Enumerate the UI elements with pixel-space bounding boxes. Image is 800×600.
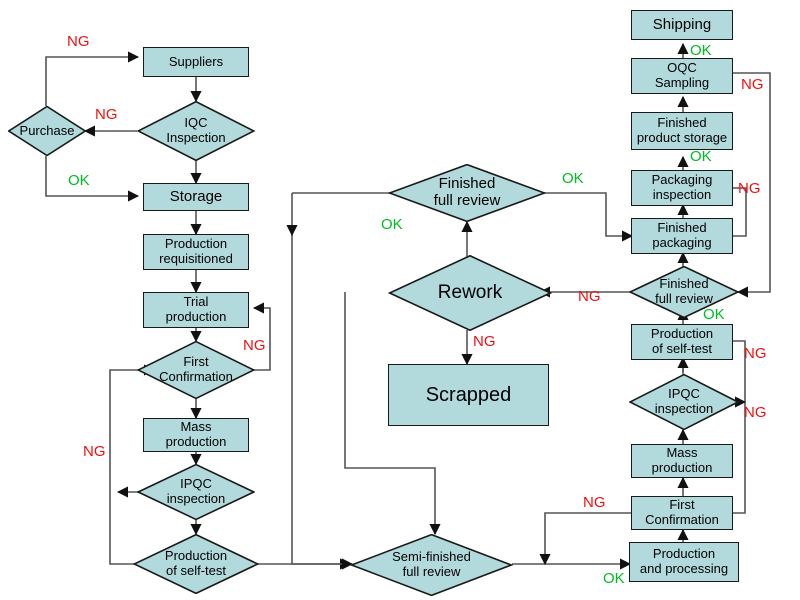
node-production-and-processing[interactable]: Production and processing	[629, 542, 739, 582]
edge-label-ok-center-finished-review: OK	[381, 216, 403, 233]
node-rework[interactable]: Rework	[388, 255, 552, 331]
node-semi-finished-full-review-label: Semi-finished full review	[392, 549, 471, 579]
node-oqc-sampling-label: OQC Sampling	[654, 60, 710, 90]
edge-label-ng-rework-in: NG	[578, 288, 601, 305]
node-packaging-inspection[interactable]: Packaging inspection	[631, 170, 733, 206]
node-storage[interactable]: Storage	[143, 183, 249, 211]
node-finished-full-review-center-label: Finished full review	[433, 175, 501, 209]
edge-label-ok-packaging-storage: OK	[690, 148, 712, 165]
node-scrapped[interactable]: Scrapped	[388, 364, 549, 426]
node-mass-production-right[interactable]: Mass production	[631, 444, 733, 478]
node-first-confirmation-right[interactable]: First Confirmation	[631, 496, 733, 530]
edge-label-ok-finished-review-right: OK	[703, 306, 725, 323]
node-purchase[interactable]: Purchase	[8, 106, 86, 156]
node-oqc-sampling[interactable]: OQC Sampling	[631, 58, 733, 94]
node-ipqc-inspection-left-label: IPQC inspection	[166, 476, 226, 506]
edge-label-ok-finished-review-center-right: OK	[562, 170, 584, 187]
node-iqc-inspection-label: IQC Inspection	[166, 115, 226, 145]
edge-label-ng-oqc-sampling: NG	[741, 76, 764, 93]
node-production-self-test-right[interactable]: Production of self-test	[631, 324, 733, 360]
node-production-requisitioned[interactable]: Production requisitioned	[143, 234, 249, 270]
edge-label-ok-semi-finished: OK	[603, 570, 625, 587]
edge-label-ng-rework-scrapped: NG	[473, 333, 496, 350]
node-first-confirmation-right-label: First Confirmation	[645, 497, 719, 527]
node-suppliers[interactable]: Suppliers	[143, 47, 249, 77]
node-production-and-processing-label: Production and processing	[639, 546, 729, 576]
node-storage-label: Storage	[169, 187, 223, 205]
node-finished-packaging-label: Finished packaging	[652, 220, 712, 250]
flowchart-canvas: Suppliers IQC Inspection Purchase Storag…	[0, 0, 800, 600]
edge-label-ok-purchase-storage: OK	[68, 172, 90, 189]
node-trial-production[interactable]: Trial production	[143, 292, 249, 328]
node-shipping[interactable]: Shipping	[631, 10, 733, 40]
edge-label-ng-ipqc-right: NG	[744, 404, 767, 421]
edge-label-ng-first-confirmation-left: NG	[243, 337, 266, 354]
edge-label-ng-iqc-purchase: NG	[95, 106, 118, 123]
node-ipqc-inspection-right[interactable]: IPQC inspection	[629, 374, 739, 430]
node-scrapped-label: Scrapped	[425, 383, 512, 406]
edge-label-ng-first-confirmation-right: NG	[583, 494, 606, 511]
node-finished-full-review-center[interactable]: Finished full review	[388, 164, 546, 222]
node-semi-finished-full-review[interactable]: Semi-finished full review	[350, 534, 513, 596]
node-ipqc-inspection-left[interactable]: IPQC inspection	[137, 464, 255, 520]
node-finished-product-storage[interactable]: Finished product storage	[631, 112, 733, 150]
node-finished-full-review-right-label: Finished full review	[655, 276, 713, 306]
edge-label-ng-production-self-test-right: NG	[744, 345, 767, 362]
edge-label-ng-left-loop: NG	[83, 443, 106, 460]
node-production-requisitioned-label: Production requisitioned	[159, 236, 233, 266]
node-mass-production-right-label: Mass production	[651, 445, 713, 475]
node-finished-packaging[interactable]: Finished packaging	[631, 218, 733, 254]
node-production-self-test-left[interactable]: Production of self-test	[133, 534, 259, 594]
node-iqc-inspection[interactable]: IQC Inspection	[137, 101, 255, 161]
node-mass-production-left[interactable]: Mass production	[143, 418, 249, 452]
node-first-confirmation-left-label: First Confirmation	[159, 354, 233, 384]
node-finished-product-storage-label: Finished product storage	[636, 115, 728, 145]
node-trial-production-label: Trial production	[165, 294, 227, 324]
node-first-confirmation-left[interactable]: First Confirmation	[137, 341, 255, 399]
node-packaging-inspection-label: Packaging inspection	[651, 172, 713, 202]
edge-label-ng-purchase-suppliers: NG	[67, 33, 90, 50]
node-production-self-test-right-label: Production of self-test	[650, 326, 714, 356]
node-ipqc-inspection-right-label: IPQC inspection	[654, 386, 714, 416]
edge-label-ng-packaging-inspection: NG	[738, 180, 761, 197]
node-rework-label: Rework	[437, 282, 503, 304]
node-purchase-label: Purchase	[19, 122, 75, 138]
edge-label-ok-oqc-shipping: OK	[690, 42, 712, 59]
node-shipping-label: Shipping	[652, 15, 712, 33]
node-suppliers-label: Suppliers	[168, 53, 224, 69]
node-production-self-test-left-label: Production of self-test	[164, 548, 228, 578]
node-mass-production-left-label: Mass production	[165, 419, 227, 449]
